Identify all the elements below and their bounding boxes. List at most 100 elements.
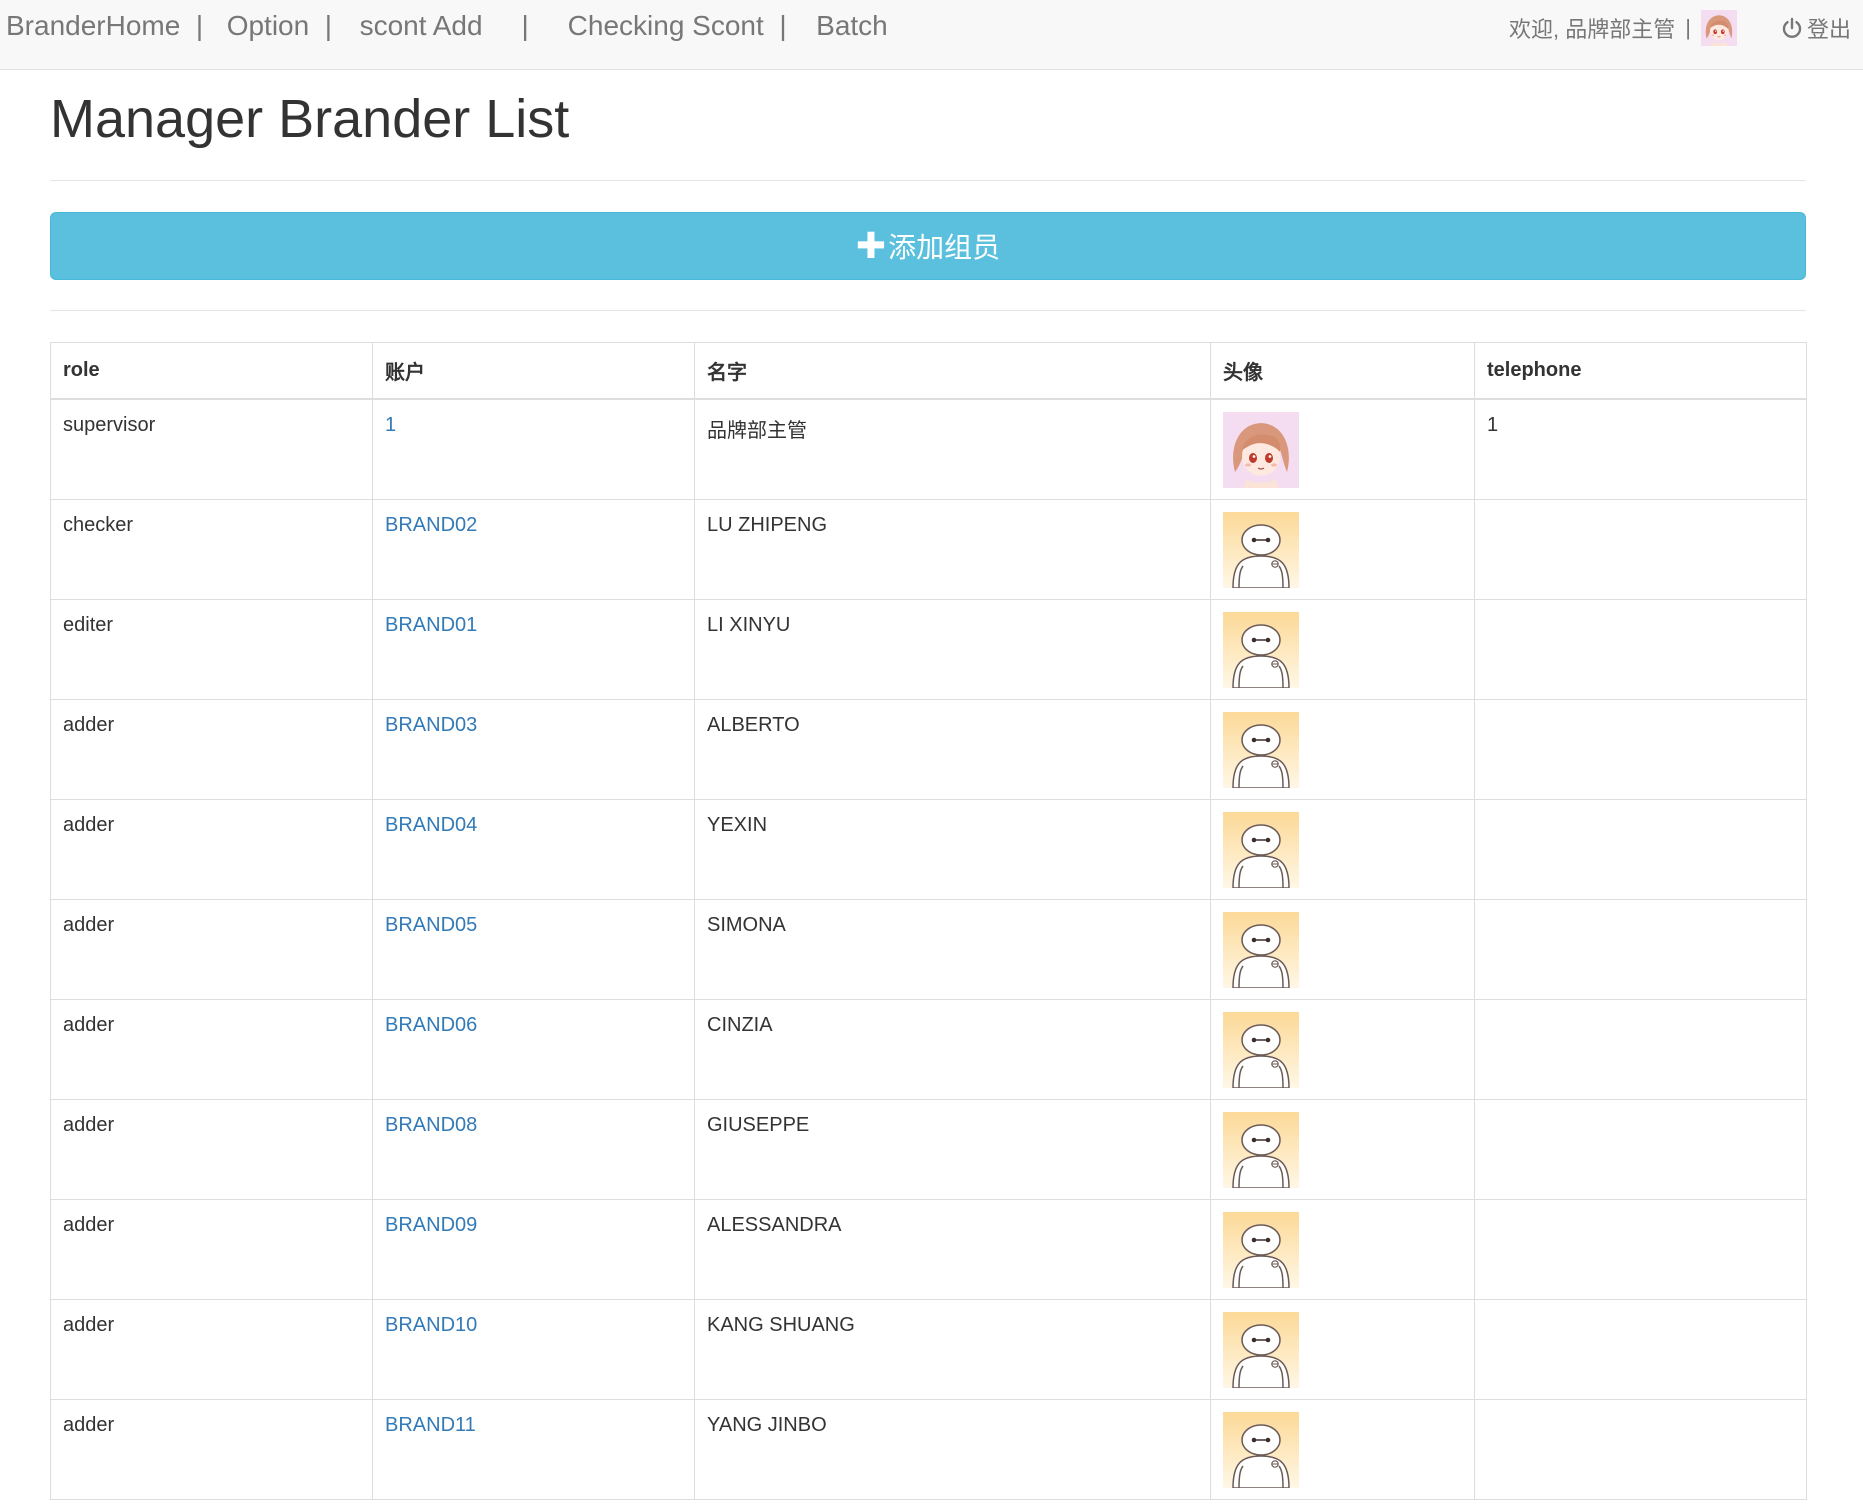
table-row: supervisor 1 品牌部主管 1 — [50, 398, 1807, 500]
cell-role: adder — [50, 798, 373, 900]
telephone-text: 1 — [1487, 414, 1499, 436]
user-area: 欢迎, 品牌部主管 | 登出 — [1509, 10, 1851, 46]
cell-name: YANG JINBO — [694, 1398, 1211, 1500]
welcome-text: 欢迎, 品牌部主管 — [1509, 17, 1676, 42]
role-text: adder — [63, 813, 115, 836]
add-member-button[interactable]: ✚ 添加组员 — [50, 212, 1806, 280]
cell-role: adder — [50, 1398, 373, 1500]
user-divider: | — [1685, 15, 1691, 40]
role-text: adder — [63, 1013, 115, 1036]
user-avatar[interactable] — [1701, 10, 1737, 46]
robot-avatar — [1223, 812, 1299, 888]
cell-account: BRAND04 — [372, 798, 695, 900]
nav-brander-home[interactable]: BranderHome — [6, 10, 180, 42]
role-text: adder — [63, 1213, 115, 1236]
account-link[interactable]: BRAND11 — [385, 1414, 476, 1436]
cell-role: editer — [50, 598, 373, 700]
cell-telephone — [1474, 998, 1807, 1100]
cell-name: GIUSEPPE — [694, 1098, 1211, 1200]
role-text: supervisor — [63, 414, 156, 436]
account-link[interactable]: BRAND09 — [385, 1214, 477, 1236]
name-text: ALBERTO — [707, 713, 800, 736]
cell-telephone: 1 — [1474, 398, 1807, 500]
robot-avatar — [1223, 1212, 1299, 1288]
name-text: KANG SHUANG — [707, 1313, 855, 1336]
nav-divider: | — [763, 10, 803, 41]
logout-link[interactable]: 登出 — [1781, 12, 1851, 44]
cell-account: BRAND05 — [372, 898, 695, 1000]
cell-name: YEXIN — [694, 798, 1211, 900]
cell-telephone — [1474, 1398, 1807, 1500]
cell-telephone — [1474, 798, 1807, 900]
nav-option[interactable]: Option — [227, 10, 310, 42]
name-text: LI XINYU — [707, 613, 791, 636]
table-row: adder BRAND08 GIUSEPPE — [50, 1098, 1807, 1200]
robot-avatar — [1223, 1312, 1299, 1388]
brander-table: role 账户 名字 头像 telephone supervisor 1 品牌部主管… — [50, 342, 1807, 1500]
account-link[interactable]: BRAND02 — [385, 514, 477, 536]
account-link[interactable]: 1 — [385, 414, 396, 436]
header-account: 账户 — [372, 342, 695, 400]
cell-telephone — [1474, 1298, 1807, 1400]
cell-avatar — [1210, 1098, 1475, 1200]
cell-role: adder — [50, 1098, 373, 1200]
name-text: CINZIA — [707, 1013, 773, 1036]
cell-name: 品牌部主管 — [694, 398, 1211, 500]
account-link[interactable]: BRAND03 — [385, 714, 477, 736]
account-link[interactable]: BRAND05 — [385, 914, 477, 936]
cell-telephone — [1474, 598, 1807, 700]
header-role: role — [50, 342, 373, 400]
cell-name: KANG SHUANG — [694, 1298, 1211, 1400]
cell-account: BRAND06 — [372, 998, 695, 1100]
name-text: YEXIN — [707, 813, 768, 836]
role-text: adder — [63, 713, 115, 736]
cell-avatar — [1210, 998, 1475, 1100]
logout-label: 登出 — [1806, 17, 1851, 42]
cell-account: BRAND09 — [372, 1198, 695, 1300]
name-text: 品牌部主管 — [707, 420, 807, 442]
cell-avatar — [1210, 798, 1475, 900]
account-link[interactable]: BRAND06 — [385, 1014, 477, 1036]
robot-avatar — [1223, 912, 1299, 988]
robot-avatar — [1223, 1012, 1299, 1088]
cell-avatar — [1210, 1198, 1475, 1300]
add-member-label: 添加组员 — [888, 232, 1001, 263]
name-text: LU ZHIPENG — [707, 513, 828, 536]
nav-batch[interactable]: Batch — [816, 10, 888, 42]
cell-avatar — [1210, 698, 1475, 800]
header-avatar: 头像 — [1210, 342, 1475, 400]
nav-scont-add[interactable]: scont Add — [360, 10, 483, 42]
header-name: 名字 — [694, 342, 1211, 400]
cell-role: adder — [50, 898, 373, 1000]
account-link[interactable]: BRAND04 — [385, 814, 477, 836]
cell-name: ALESSANDRA — [694, 1198, 1211, 1300]
nav-divider: | — [180, 10, 219, 41]
cell-role: adder — [50, 1198, 373, 1300]
cell-role: adder — [50, 998, 373, 1100]
table-row: adder BRAND09 ALESSANDRA — [50, 1198, 1807, 1300]
table-row: editer BRAND01 LI XINYU — [50, 598, 1807, 700]
account-link[interactable]: BRAND01 — [385, 614, 477, 636]
name-text: ALESSANDRA — [707, 1213, 842, 1236]
cell-name: CINZIA — [694, 998, 1211, 1100]
nav-checking-scont[interactable]: Checking Scont — [568, 10, 764, 42]
cell-role: checker — [50, 498, 373, 600]
cell-telephone — [1474, 698, 1807, 800]
account-link[interactable]: BRAND08 — [385, 1114, 477, 1136]
robot-avatar — [1223, 1112, 1299, 1188]
cell-avatar — [1210, 398, 1475, 500]
robot-avatar — [1223, 612, 1299, 688]
account-link[interactable]: BRAND10 — [385, 1314, 477, 1336]
role-text: adder — [63, 1113, 115, 1136]
cell-avatar — [1210, 898, 1475, 1000]
nav-divider: | — [309, 10, 348, 41]
plus-icon: ✚ — [855, 225, 887, 266]
cell-account: BRAND03 — [372, 698, 695, 800]
cell-account: BRAND10 — [372, 1298, 695, 1400]
role-text: editer — [63, 613, 114, 636]
role-text: adder — [63, 913, 115, 936]
robot-avatar — [1223, 1412, 1299, 1488]
table-header-row: role 账户 名字 头像 telephone — [50, 342, 1807, 400]
cell-account: BRAND01 — [372, 598, 695, 700]
cell-avatar — [1210, 1298, 1475, 1400]
